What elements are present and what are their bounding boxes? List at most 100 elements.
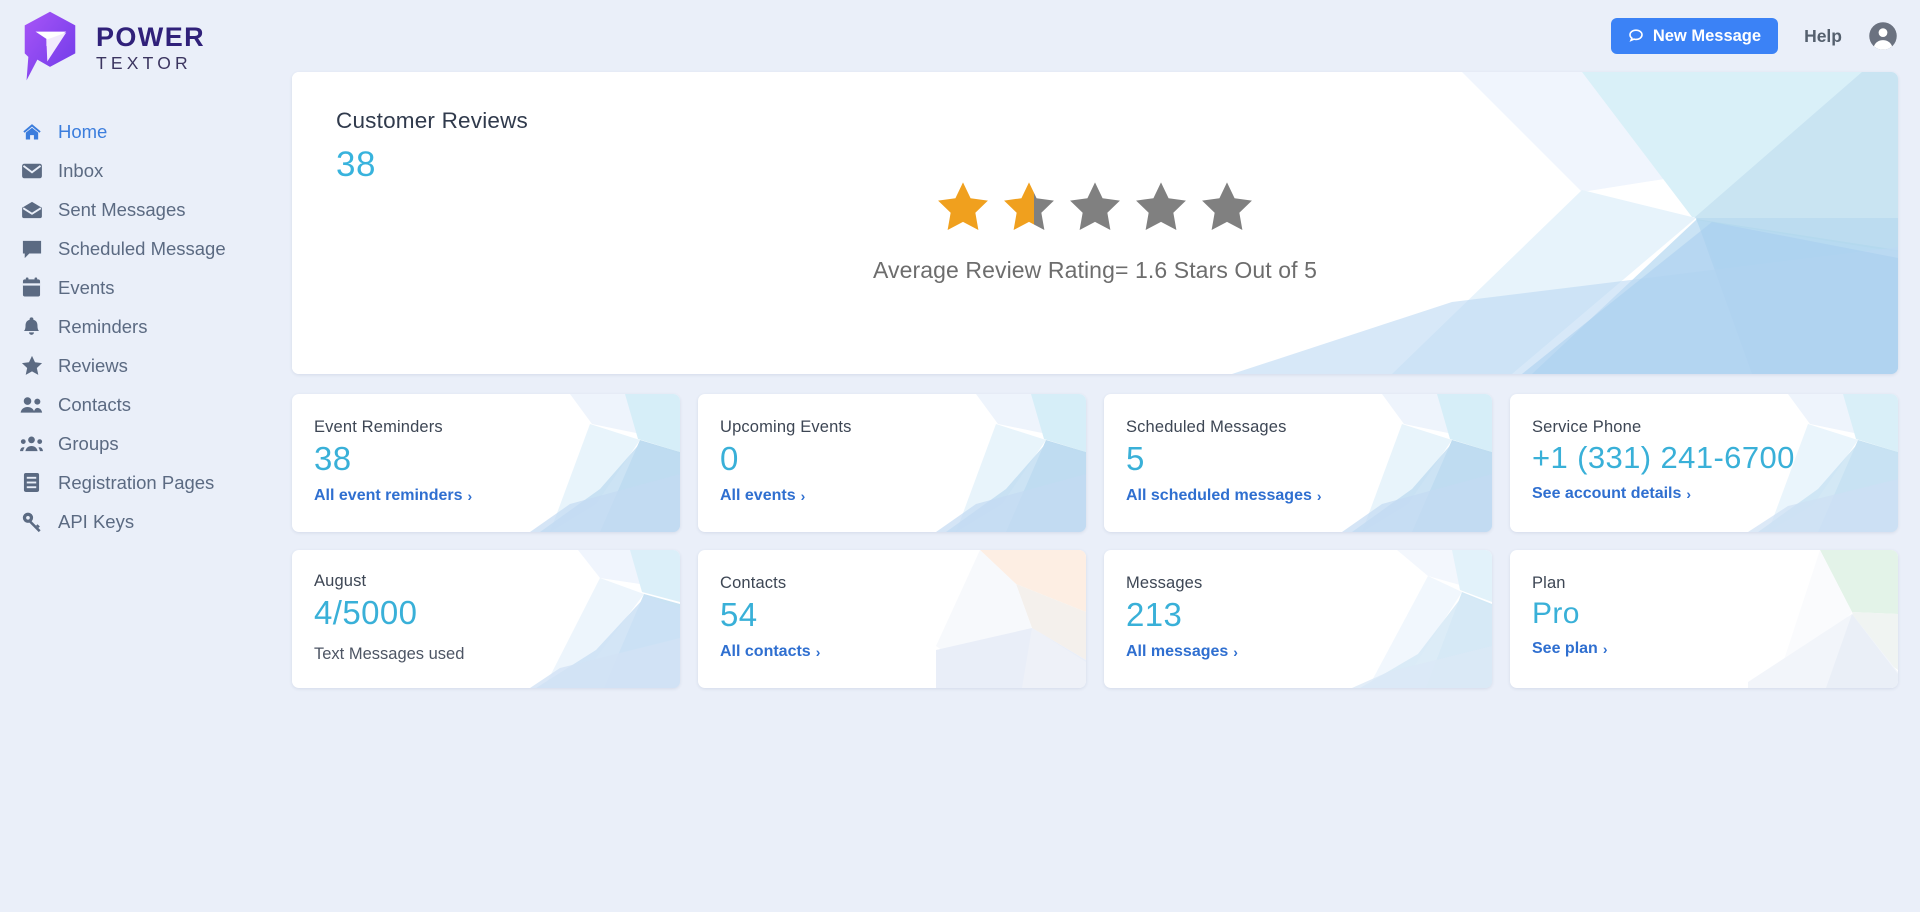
stat-link-label: All scheduled messages — [1126, 486, 1312, 504]
chat-bubble-icon — [1628, 28, 1644, 44]
sidebar-item-reminders[interactable]: Reminders — [0, 307, 292, 346]
sidebar-item-label: Groups — [58, 432, 119, 454]
page-title: Customer Reviews — [336, 108, 528, 133]
stat-link-label: All messages — [1126, 642, 1229, 660]
envelope-icon — [20, 159, 43, 182]
sidebar-item-registration-pages[interactable]: Registration Pages — [0, 463, 292, 502]
stat-link-label: All events — [720, 486, 796, 504]
sidebar-item-reviews[interactable]: Reviews — [0, 346, 292, 385]
list-document-icon — [20, 471, 43, 494]
sidebar-item-api-keys[interactable]: API Keys — [0, 502, 292, 541]
stat-body: Messages 213 All messages › — [1104, 550, 1492, 661]
customer-reviews-body: Customer Reviews 38 — [292, 72, 1898, 185]
stat-body: Service Phone +1 (331) 241-6700 See acco… — [1510, 394, 1898, 503]
stat-link-see-plan[interactable]: See plan › — [1532, 640, 1607, 658]
stat-label: Scheduled Messages — [1126, 418, 1287, 436]
star-icon — [20, 354, 43, 377]
stat-subtitle: Text Messages used — [314, 644, 465, 663]
open-envelope-icon — [20, 198, 43, 221]
chevron-right-icon: › — [1233, 643, 1238, 660]
chevron-right-icon: › — [815, 643, 821, 660]
stat-label: Upcoming Events — [720, 418, 852, 436]
chevron-right-icon: › — [1602, 640, 1608, 657]
stat-card-contacts: Contacts 54 All contacts › — [698, 550, 1086, 688]
sidebar-item-contacts[interactable]: Contacts — [0, 385, 292, 424]
sidebar-item-label: Contacts — [58, 393, 132, 415]
star-icon — [1136, 182, 1186, 231]
sidebar-item-scheduled-message[interactable]: Scheduled Message — [0, 229, 292, 268]
stat-link-label: All contacts — [720, 642, 811, 660]
star-icon — [1004, 182, 1054, 231]
sidebar-navigation: Home Inbox Sent Messages Scheduled Messa… — [0, 104, 292, 541]
sidebar-item-label: Reviews — [58, 354, 128, 376]
top-header: New Message Help — [0, 0, 1920, 72]
stat-body: Plan Pro See plan › — [1510, 550, 1898, 658]
sidebar-item-inbox[interactable]: Inbox — [0, 151, 292, 190]
stat-value: 54 — [720, 596, 758, 633]
stat-link-label: See plan — [1532, 639, 1598, 657]
stat-body: Scheduled Messages 5 All scheduled messa… — [1104, 394, 1492, 505]
sidebar-item-sent-messages[interactable]: Sent Messages — [0, 190, 292, 229]
sidebar-item-label: Sent Messages — [58, 198, 186, 220]
rating-section: Average Review Rating= 1.6 Stars Out of … — [292, 180, 1898, 284]
stat-value: 5 — [1126, 440, 1145, 477]
stat-card-scheduled-messages: Scheduled Messages 5 All scheduled messa… — [1104, 394, 1492, 532]
stat-label: Plan — [1532, 574, 1566, 592]
new-message-button[interactable]: New Message — [1610, 18, 1779, 54]
chevron-right-icon: › — [800, 487, 806, 504]
sidebar-item-label: Reminders — [58, 315, 148, 337]
stat-value: 38 — [314, 440, 352, 477]
stat-link-all-event-reminders[interactable]: All event reminders › — [314, 487, 472, 505]
stat-card-messages: Messages 213 All messages › — [1104, 550, 1492, 688]
stat-body: Event Reminders 38 All event reminders › — [292, 394, 680, 505]
stat-body: Contacts 54 All contacts › — [698, 550, 1086, 661]
stat-card-plan: Plan Pro See plan › — [1510, 550, 1898, 688]
users-icon — [20, 393, 43, 416]
sidebar-item-label: Events — [58, 276, 115, 298]
stat-label: Service Phone — [1532, 418, 1642, 436]
sidebar-item-label: Home — [58, 120, 108, 142]
customer-reviews-card: Customer Reviews 38 Average Review Ratin… — [292, 72, 1898, 374]
stat-value: Pro — [1532, 597, 1580, 630]
stat-link-all-messages[interactable]: All messages › — [1126, 643, 1238, 661]
stat-row-2: August 4/5000 Text Messages used Contact… — [292, 550, 1898, 688]
sidebar-item-label: Scheduled Message — [58, 237, 226, 259]
chevron-right-icon: › — [1316, 487, 1322, 504]
account-circle-icon[interactable] — [1868, 21, 1898, 51]
review-count: 38 — [336, 145, 376, 184]
average-rating-text: Average Review Rating= 1.6 Stars Out of … — [872, 257, 1318, 283]
stat-label: Messages — [1126, 574, 1203, 592]
stat-link-all-scheduled-messages[interactable]: All scheduled messages › — [1126, 487, 1322, 505]
main-content: Customer Reviews 38 Average Review Ratin… — [292, 70, 1920, 912]
comment-icon — [20, 237, 43, 260]
stat-link-see-account-details[interactable]: See account details › — [1532, 485, 1691, 503]
stat-value: 213 — [1126, 596, 1183, 633]
home-icon — [20, 120, 43, 143]
stat-label: August — [314, 572, 367, 590]
stat-label: Event Reminders — [314, 418, 443, 436]
stat-link-all-contacts[interactable]: All contacts › — [720, 643, 820, 661]
sidebar-item-label: Registration Pages — [58, 471, 215, 493]
sidebar-item-events[interactable]: Events — [0, 268, 292, 307]
help-link[interactable]: Help — [1804, 26, 1842, 47]
stat-card-august-usage: August 4/5000 Text Messages used — [292, 550, 680, 688]
new-message-label: New Message — [1652, 26, 1762, 45]
sidebar-item-label: API Keys — [58, 510, 135, 532]
sidebar-item-groups[interactable]: Groups — [0, 424, 292, 463]
chevron-right-icon: › — [467, 487, 473, 504]
star-rating — [937, 180, 1253, 232]
stat-value: +1 (331) 241-6700 — [1532, 440, 1795, 475]
stat-link-label: All event reminders — [314, 486, 463, 504]
bell-icon — [20, 315, 43, 338]
sidebar-item-label: Inbox — [58, 159, 104, 181]
stat-card-service-phone: Service Phone +1 (331) 241-6700 See acco… — [1510, 394, 1898, 532]
stat-link-label: See account details — [1532, 484, 1682, 502]
chevron-right-icon: › — [1686, 485, 1692, 502]
stat-card-event-reminders: Event Reminders 38 All event reminders › — [292, 394, 680, 532]
star-icon — [1070, 182, 1120, 231]
stat-body: August 4/5000 Text Messages used — [292, 550, 680, 664]
stat-value: 0 — [720, 440, 739, 477]
header-actions: New Message Help — [1610, 18, 1898, 54]
sidebar-item-home[interactable]: Home — [0, 112, 292, 151]
stat-link-all-events[interactable]: All events › — [720, 487, 805, 505]
